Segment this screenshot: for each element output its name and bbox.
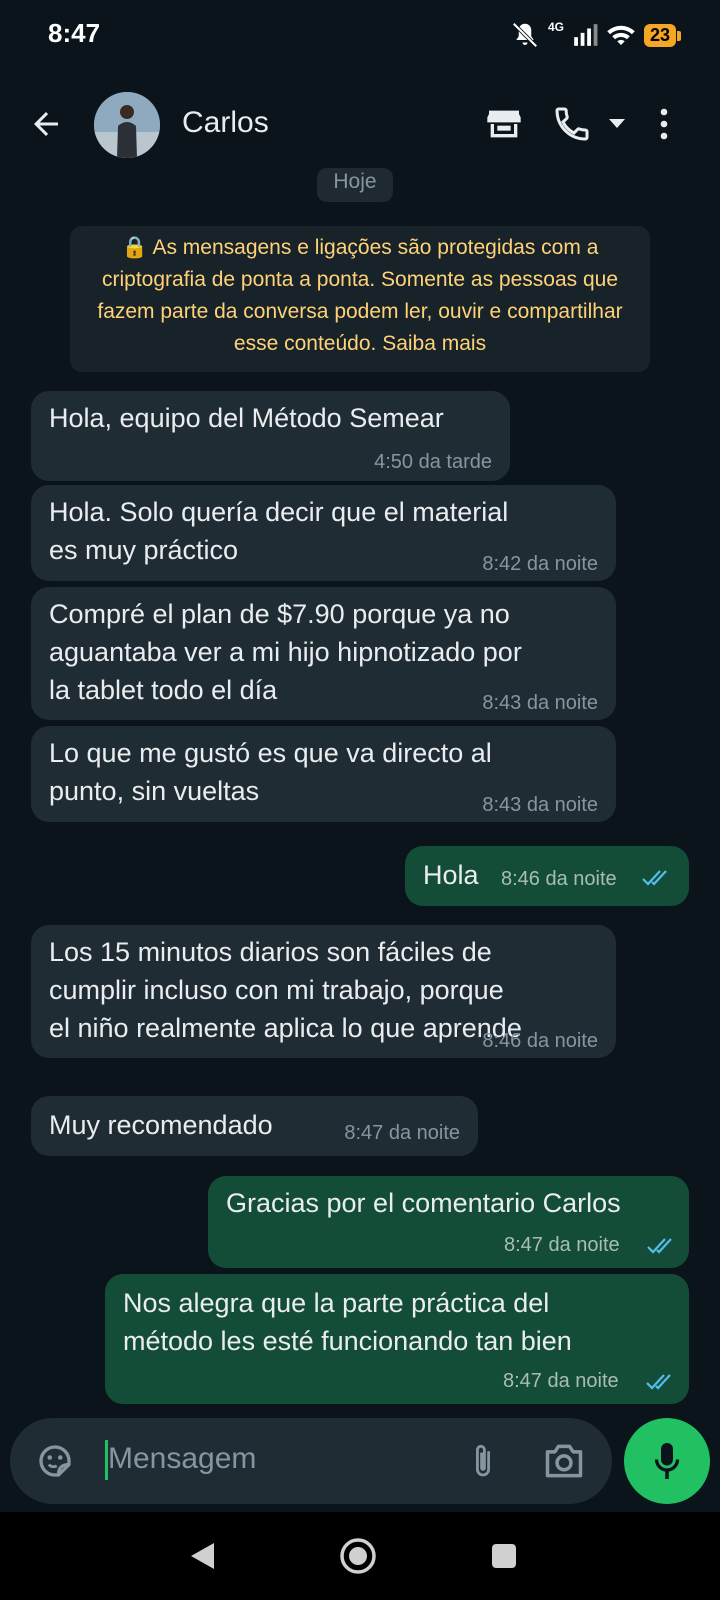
contact-name[interactable]: Carlos [182,106,269,140]
attach-icon[interactable] [466,1440,500,1482]
message-time: 8:43 da noite [482,692,598,714]
date-separator: Hoje [317,168,393,202]
nav-recents-icon[interactable] [490,1542,518,1570]
read-ticks-icon [647,1238,672,1254]
message-bubble[interactable]: Los 15 minutos diarios son fáciles de cu… [31,925,616,1058]
read-ticks-icon [642,870,667,886]
message-time: 8:46 da noite [482,1030,598,1052]
message-bubble[interactable]: Hola, equipo del Método Semear 4:50 da t… [31,391,510,481]
chat-header: Carlos [0,80,720,176]
more-options-icon[interactable] [656,104,672,144]
message-text: Gracias por el comentario Carlos [226,1188,621,1218]
muted-bell-icon [512,22,538,48]
message-time: 4:50 da tarde [374,451,492,473]
encryption-notice[interactable]: 🔒 As mensagens e ligações são protegidas… [70,226,650,372]
chevron-down-icon[interactable] [606,116,628,130]
message-text: Muy recomendado [49,1110,273,1140]
wifi-icon [607,25,635,45]
network-type: 4G [547,20,564,34]
message-time: 8:46 da noite [501,868,617,890]
nav-back-icon[interactable] [188,1540,218,1572]
message-time: 8:42 da noite [482,553,598,575]
message-bubble[interactable]: Lo que me gustó es que va directo al pun… [31,726,616,822]
avatar[interactable] [94,92,160,158]
system-nav-bar [0,1512,720,1600]
signal-icon [574,24,598,46]
camera-icon[interactable] [542,1440,586,1482]
message-text: Hola [423,860,479,890]
read-ticks-icon [646,1374,671,1390]
message-input-bar[interactable]: Mensagem [10,1418,612,1504]
message-bubble[interactable]: Muy recomendado 8:47 da noite [31,1096,478,1156]
back-arrow-icon[interactable] [28,106,64,142]
message-text: Los 15 minutos diarios son fáciles de cu… [49,937,522,1043]
message-bubble[interactable]: Gracias por el comentario Carlos 8:47 da… [208,1176,689,1268]
message-bubble[interactable]: Nos alegra que la parte práctica del mét… [105,1274,689,1404]
message-input-placeholder[interactable]: Mensagem [108,1442,256,1476]
avatar-photo [94,92,160,158]
microphone-icon [654,1443,680,1479]
status-icons: 4G 23 [510,18,682,52]
message-time: 8:47 da noite [503,1370,619,1392]
message-text: Hola. Solo quería decir que el material … [49,497,509,565]
battery-indicator: 23 [643,23,682,47]
message-bubble[interactable]: Hola 8:46 da noite [405,846,689,906]
message-text: Compré el plan de $7.90 porque ya no agu… [49,599,522,705]
nav-home-icon[interactable] [338,1536,378,1576]
message-time: 8:47 da noite [504,1234,620,1256]
message-bubble[interactable]: Hola. Solo quería decir que el material … [31,485,616,581]
message-text: Nos alegra que la parte práctica del mét… [123,1288,572,1356]
sticker-icon[interactable] [34,1440,76,1482]
voice-message-button[interactable] [624,1418,710,1504]
storefront-icon[interactable] [484,104,524,144]
message-time: 8:43 da noite [482,794,598,816]
message-time: 8:47 da noite [344,1122,460,1144]
message-text: Lo que me gustó es que va directo al pun… [49,738,492,806]
message-bubble[interactable]: Compré el plan de $7.90 porque ya no agu… [31,587,616,720]
status-time: 8:47 [48,18,101,48]
message-text: Hola, equipo del Método Semear [49,403,444,433]
call-icon[interactable] [552,104,592,144]
